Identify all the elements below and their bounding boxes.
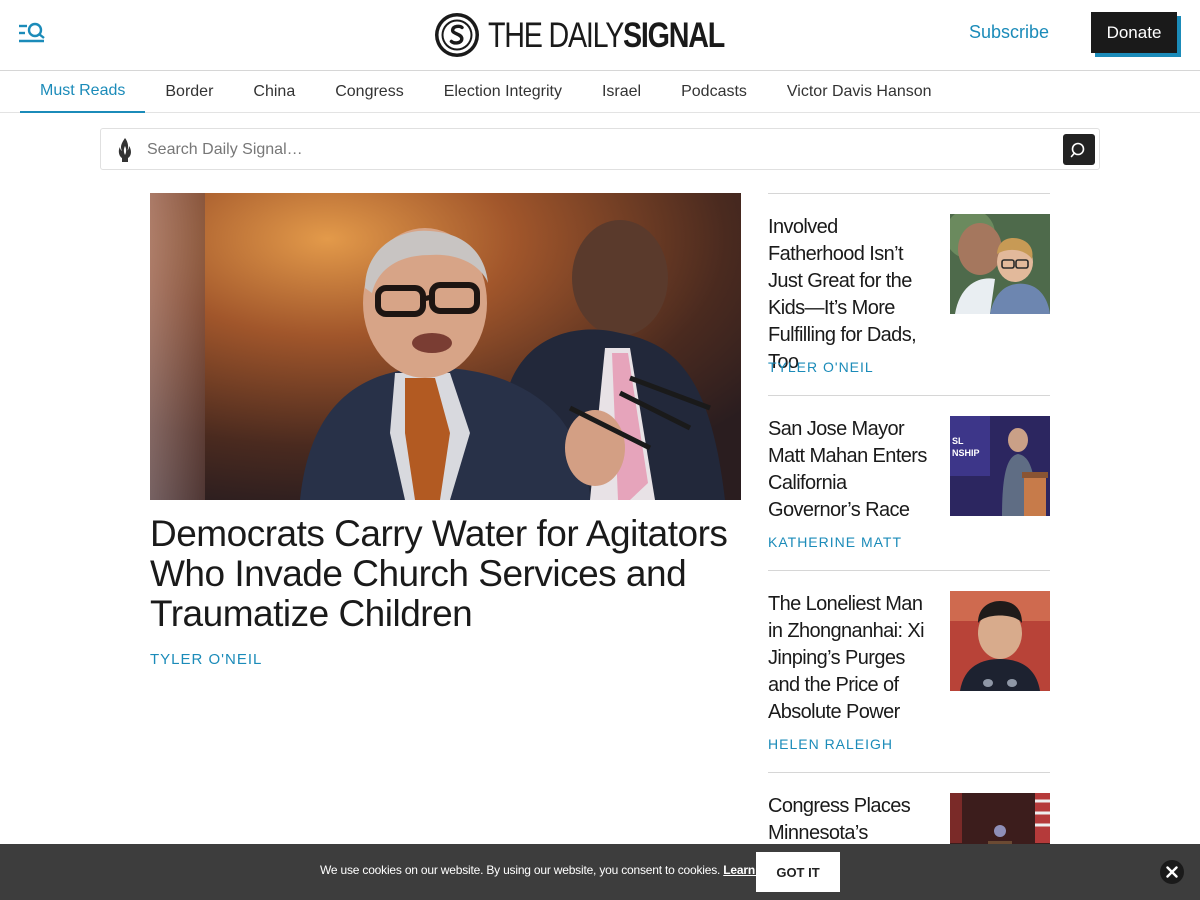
lead-story-title[interactable]: Democrats Carry Water for Agitators Who … bbox=[150, 514, 750, 634]
nav-item-china[interactable]: China bbox=[233, 71, 315, 113]
topic-nav: Must Reads Border China Congress Electio… bbox=[0, 71, 1200, 113]
nav-item-must-reads[interactable]: Must Reads bbox=[20, 71, 146, 113]
site-header: THE DAILY SIGNAL Subscribe Donate bbox=[0, 0, 1200, 71]
nav-item-election-integrity[interactable]: Election Integrity bbox=[424, 71, 582, 113]
nav-item-congress[interactable]: Congress bbox=[315, 71, 423, 113]
divider bbox=[768, 395, 1050, 396]
nav-item-podcasts[interactable]: Podcasts bbox=[661, 71, 767, 113]
story-title[interactable]: The Loneliest Man in Zhongnanhai: Xi Jin… bbox=[768, 591, 933, 726]
divider bbox=[768, 772, 1050, 773]
nav-item-border[interactable]: Border bbox=[145, 71, 233, 113]
search-input[interactable] bbox=[147, 135, 1047, 165]
logo-text-bold: SIGNAL bbox=[622, 15, 725, 55]
donate-button[interactable]: Donate bbox=[1091, 12, 1177, 53]
story-author[interactable]: HELEN RALEIGH bbox=[768, 736, 893, 752]
story-author[interactable]: TYLER O'NEIL bbox=[768, 359, 874, 375]
svg-text:NSHIP: NSHIP bbox=[952, 448, 980, 458]
story-title[interactable]: Involved Fatherhood Isn’t Just Great for… bbox=[768, 214, 933, 376]
story-thumbnail[interactable] bbox=[950, 214, 1050, 314]
svg-text:SL: SL bbox=[952, 436, 964, 446]
story-title[interactable]: San Jose Mayor Matt Mahan Enters Califor… bbox=[768, 416, 933, 524]
got-it-button[interactable]: GOT IT bbox=[756, 852, 840, 892]
logo-wordmark: THE DAILY SIGNAL bbox=[488, 18, 746, 53]
cookie-banner: We use cookies on our website. By using … bbox=[0, 844, 1200, 900]
story-thumbnail[interactable]: SL NSHIP bbox=[950, 416, 1050, 516]
lead-story-image[interactable] bbox=[150, 193, 741, 500]
flame-icon bbox=[118, 138, 131, 162]
cookie-text: We use cookies on our website. By using … bbox=[320, 863, 721, 877]
cookie-message: We use cookies on our website. By using … bbox=[320, 863, 792, 877]
story-author[interactable]: KATHERINE MATT bbox=[768, 534, 902, 550]
lead-story-author[interactable]: TYLER O'NEIL bbox=[150, 651, 262, 668]
menu-search-icon[interactable] bbox=[18, 20, 46, 48]
search-icon bbox=[1070, 142, 1085, 157]
close-icon[interactable] bbox=[1160, 860, 1184, 884]
subscribe-link[interactable]: Subscribe bbox=[969, 22, 1049, 43]
logo-text-light: THE DAILY bbox=[488, 15, 624, 55]
search-submit-button[interactable] bbox=[1063, 134, 1095, 165]
nav-item-israel[interactable]: Israel bbox=[582, 71, 661, 113]
site-logo[interactable]: THE DAILY SIGNAL bbox=[434, 11, 746, 59]
story-thumbnail[interactable] bbox=[950, 591, 1050, 691]
divider bbox=[768, 570, 1050, 571]
logo-mark-icon bbox=[435, 13, 479, 57]
nav-item-victor-davis-hanson[interactable]: Victor Davis Hanson bbox=[767, 71, 952, 113]
divider bbox=[768, 193, 1050, 194]
search-bar bbox=[100, 128, 1100, 170]
